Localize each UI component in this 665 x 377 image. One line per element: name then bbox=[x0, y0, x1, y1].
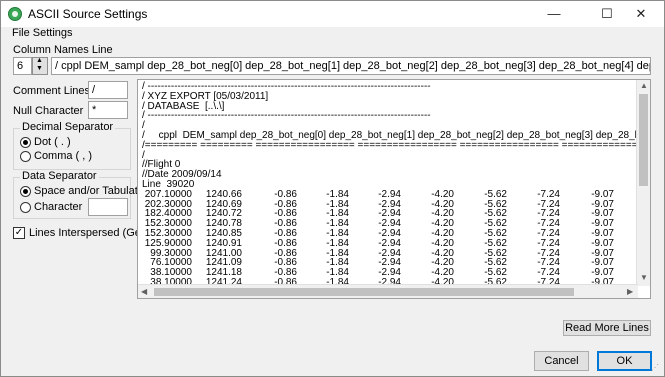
comma-radio[interactable] bbox=[20, 151, 31, 162]
comment-lines-input[interactable]: / bbox=[88, 81, 128, 99]
null-character-input[interactable]: * bbox=[88, 101, 128, 119]
column-names-line-stepper[interactable] bbox=[32, 57, 48, 75]
space-tab-radio[interactable] bbox=[20, 186, 31, 197]
preview-header-line: /========= ========= ================= =… bbox=[142, 139, 651, 151]
null-character-label: Null Character bbox=[13, 105, 84, 117]
read-more-lines-button[interactable]: Read More Lines bbox=[563, 320, 651, 336]
separator-character-input[interactable] bbox=[88, 198, 128, 216]
character-radio-label[interactable]: Character bbox=[34, 201, 82, 213]
preview-header-line: //Date 2009/09/14 bbox=[142, 169, 222, 181]
scroll-down-icon[interactable]: ▼ bbox=[640, 273, 648, 282]
ok-button[interactable]: OK bbox=[597, 351, 652, 371]
window-title: ASCII Source Settings bbox=[28, 7, 148, 21]
cancel-button[interactable]: Cancel bbox=[534, 351, 589, 371]
column-names-preview-field[interactable]: / cppl DEM_sampl dep_28_bot_neg[0] dep_2… bbox=[51, 57, 651, 75]
space-tab-radio-label[interactable]: Space and/or Tabulator bbox=[34, 185, 148, 197]
horizontal-scrollbar[interactable]: ◀ ▶ bbox=[138, 284, 638, 298]
preview-header-line: / bbox=[142, 149, 145, 161]
decimal-separator-title: Decimal Separator bbox=[20, 121, 116, 133]
scroll-up-icon[interactable]: ▲ bbox=[640, 81, 648, 90]
data-separator-title: Data Separator bbox=[20, 170, 99, 182]
vertical-scrollbar[interactable]: ▲ ▼ bbox=[636, 80, 650, 286]
comment-lines-label: Comment Lines bbox=[13, 85, 91, 97]
ascii-source-settings-dialog: ASCII Source Settings — ☐ ✕ File Setting… bbox=[0, 0, 665, 377]
file-settings-label: File Settings bbox=[12, 27, 73, 39]
dot-radio[interactable] bbox=[20, 137, 31, 148]
horizontal-scroll-thumb[interactable] bbox=[154, 288, 574, 296]
scroll-right-icon[interactable]: ▶ bbox=[627, 287, 633, 296]
vertical-scroll-thumb[interactable] bbox=[639, 94, 648, 186]
lines-interspersed-checkbox[interactable]: ✓ bbox=[13, 227, 25, 239]
file-preview-pane[interactable]: / --------------------------------------… bbox=[137, 79, 651, 299]
character-radio[interactable] bbox=[20, 202, 31, 213]
app-icon bbox=[8, 7, 22, 21]
preview-header-line: / --------------------------------------… bbox=[142, 110, 431, 122]
resize-grip-icon[interactable]: ⋰ bbox=[651, 363, 661, 373]
close-button[interactable]: ✕ bbox=[619, 1, 663, 27]
column-names-line-input[interactable]: 6 bbox=[13, 57, 32, 75]
comma-radio-label[interactable]: Comma ( , ) bbox=[34, 150, 92, 162]
decimal-separator-group: Decimal Separator bbox=[13, 121, 131, 170]
column-names-line-label: Column Names Line bbox=[13, 44, 113, 56]
title-bar: ASCII Source Settings — ☐ ✕ bbox=[1, 1, 664, 27]
dot-radio-label[interactable]: Dot ( . ) bbox=[34, 136, 71, 148]
minimize-button[interactable]: — bbox=[532, 1, 576, 27]
scroll-left-icon[interactable]: ◀ bbox=[141, 287, 147, 296]
preview-text: / --------------------------------------… bbox=[142, 82, 651, 288]
